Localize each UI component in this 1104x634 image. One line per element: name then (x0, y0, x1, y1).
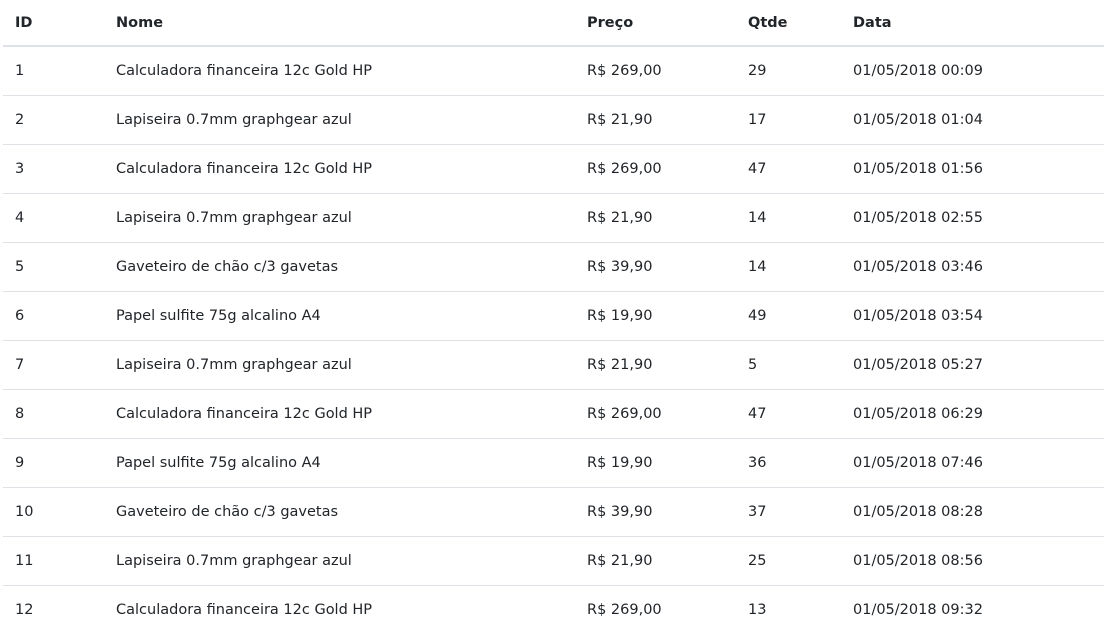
cell-id: 3 (3, 145, 104, 194)
cell-id: 7 (3, 341, 104, 390)
table-row[interactable]: 9Papel sulfite 75g alcalino A4R$ 19,9036… (3, 439, 1104, 488)
table-row[interactable]: 2Lapiseira 0.7mm graphgear azulR$ 21,901… (3, 96, 1104, 145)
cell-nome: Lapiseira 0.7mm graphgear azul (104, 96, 575, 145)
table-row[interactable]: 10Gaveteiro de chão c/3 gavetasR$ 39,903… (3, 488, 1104, 537)
cell-qtde: 14 (736, 194, 841, 243)
cell-data: 01/05/2018 01:56 (841, 145, 1104, 194)
cell-data: 01/05/2018 07:46 (841, 439, 1104, 488)
table-row[interactable]: 3Calculadora financeira 12c Gold HPR$ 26… (3, 145, 1104, 194)
cell-nome: Papel sulfite 75g alcalino A4 (104, 439, 575, 488)
cell-id: 1 (3, 46, 104, 96)
cell-id: 4 (3, 194, 104, 243)
cell-data: 01/05/2018 09:32 (841, 586, 1104, 634)
cell-preco: R$ 19,90 (575, 439, 736, 488)
header-row: ID Nome Preço Qtde Data (3, 0, 1104, 46)
cell-qtde: 13 (736, 586, 841, 634)
cell-data: 01/05/2018 02:55 (841, 194, 1104, 243)
cell-preco: R$ 39,90 (575, 243, 736, 292)
cell-id: 8 (3, 390, 104, 439)
cell-data: 01/05/2018 03:54 (841, 292, 1104, 341)
column-header-id[interactable]: ID (3, 0, 104, 46)
cell-nome: Lapiseira 0.7mm graphgear azul (104, 341, 575, 390)
cell-preco: R$ 269,00 (575, 46, 736, 96)
cell-nome: Lapiseira 0.7mm graphgear azul (104, 537, 575, 586)
cell-nome: Papel sulfite 75g alcalino A4 (104, 292, 575, 341)
cell-data: 01/05/2018 08:56 (841, 537, 1104, 586)
cell-preco: R$ 21,90 (575, 341, 736, 390)
column-header-data[interactable]: Data (841, 0, 1104, 46)
cell-data: 01/05/2018 00:09 (841, 46, 1104, 96)
cell-nome: Gaveteiro de chão c/3 gavetas (104, 488, 575, 537)
cell-qtde: 5 (736, 341, 841, 390)
cell-preco: R$ 39,90 (575, 488, 736, 537)
column-header-preco[interactable]: Preço (575, 0, 736, 46)
table-row[interactable]: 4Lapiseira 0.7mm graphgear azulR$ 21,901… (3, 194, 1104, 243)
cell-nome: Calculadora financeira 12c Gold HP (104, 390, 575, 439)
cell-preco: R$ 21,90 (575, 537, 736, 586)
cell-qtde: 25 (736, 537, 841, 586)
cell-data: 01/05/2018 01:04 (841, 96, 1104, 145)
cell-qtde: 29 (736, 46, 841, 96)
cell-qtde: 17 (736, 96, 841, 145)
cell-preco: R$ 269,00 (575, 586, 736, 634)
cell-id: 12 (3, 586, 104, 634)
cell-id: 2 (3, 96, 104, 145)
cell-preco: R$ 21,90 (575, 194, 736, 243)
cell-nome: Gaveteiro de chão c/3 gavetas (104, 243, 575, 292)
cell-preco: R$ 269,00 (575, 390, 736, 439)
column-header-qtde[interactable]: Qtde (736, 0, 841, 46)
cell-id: 5 (3, 243, 104, 292)
cell-preco: R$ 269,00 (575, 145, 736, 194)
cell-id: 9 (3, 439, 104, 488)
table-row[interactable]: 7Lapiseira 0.7mm graphgear azulR$ 21,905… (3, 341, 1104, 390)
cell-data: 01/05/2018 03:46 (841, 243, 1104, 292)
cell-qtde: 36 (736, 439, 841, 488)
cell-nome: Lapiseira 0.7mm graphgear azul (104, 194, 575, 243)
cell-qtde: 47 (736, 390, 841, 439)
cell-nome: Calculadora financeira 12c Gold HP (104, 145, 575, 194)
cell-data: 01/05/2018 05:27 (841, 341, 1104, 390)
cell-qtde: 37 (736, 488, 841, 537)
cell-qtde: 47 (736, 145, 841, 194)
table-row[interactable]: 8Calculadora financeira 12c Gold HPR$ 26… (3, 390, 1104, 439)
table-header: ID Nome Preço Qtde Data (3, 0, 1104, 46)
cell-preco: R$ 19,90 (575, 292, 736, 341)
cell-qtde: 49 (736, 292, 841, 341)
cell-nome: Calculadora financeira 12c Gold HP (104, 586, 575, 634)
cell-data: 01/05/2018 08:28 (841, 488, 1104, 537)
table-row[interactable]: 12Calculadora financeira 12c Gold HPR$ 2… (3, 586, 1104, 634)
table-row[interactable]: 5Gaveteiro de chão c/3 gavetasR$ 39,9014… (3, 243, 1104, 292)
table-row[interactable]: 11Lapiseira 0.7mm graphgear azulR$ 21,90… (3, 537, 1104, 586)
cell-nome: Calculadora financeira 12c Gold HP (104, 46, 575, 96)
cell-id: 6 (3, 292, 104, 341)
products-table: ID Nome Preço Qtde Data 1Calculadora fin… (3, 0, 1104, 634)
cell-id: 10 (3, 488, 104, 537)
table-row[interactable]: 6Papel sulfite 75g alcalino A4R$ 19,9049… (3, 292, 1104, 341)
table-row[interactable]: 1Calculadora financeira 12c Gold HPR$ 26… (3, 46, 1104, 96)
cell-data: 01/05/2018 06:29 (841, 390, 1104, 439)
column-header-nome[interactable]: Nome (104, 0, 575, 46)
cell-qtde: 14 (736, 243, 841, 292)
cell-id: 11 (3, 537, 104, 586)
cell-preco: R$ 21,90 (575, 96, 736, 145)
table-body: 1Calculadora financeira 12c Gold HPR$ 26… (3, 46, 1104, 634)
